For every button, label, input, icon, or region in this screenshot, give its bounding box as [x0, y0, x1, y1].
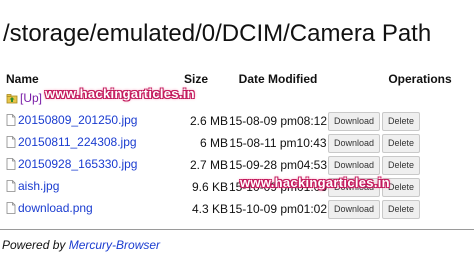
file-icon	[6, 202, 16, 217]
delete-button[interactable]: Delete	[382, 111, 420, 131]
delete-button[interactable]: Delete	[382, 133, 420, 153]
download-button[interactable]: Download	[328, 155, 380, 175]
download-button[interactable]: Download	[328, 111, 380, 131]
download-button[interactable]: Download	[328, 133, 380, 153]
download-button[interactable]: Download	[328, 199, 380, 219]
delete-button[interactable]: Delete	[382, 177, 420, 197]
delete-button[interactable]: Delete	[382, 155, 420, 175]
file-link[interactable]: 20150928_165330.jpg	[18, 157, 137, 171]
mercury-browser-link[interactable]: Mercury-Browser	[69, 238, 160, 252]
column-header-size[interactable]: Size	[156, 70, 228, 88]
file-date: 15-08-11 pm10:43	[229, 136, 327, 150]
download-button[interactable]: Download	[328, 177, 380, 197]
file-size: 9.6 KB	[191, 180, 228, 194]
file-icon	[6, 136, 16, 151]
footer-prefix: Powered by	[2, 238, 69, 252]
file-size: 2.6 MB	[189, 114, 228, 128]
file-table: Name Size Date Modified Operations [Up]	[0, 70, 474, 220]
file-link[interactable]: download.png	[18, 201, 93, 215]
file-size: 6 MB	[199, 136, 228, 150]
footer: Powered by Mercury-Browser	[2, 238, 160, 252]
file-link[interactable]: 20150811_224308.jpg	[18, 135, 137, 149]
folder-up-icon	[6, 92, 18, 107]
footer-divider	[0, 229, 474, 230]
delete-button[interactable]: Delete	[382, 199, 420, 219]
table-row-up: [Up]	[0, 88, 474, 110]
up-link[interactable]: [Up]	[20, 91, 42, 105]
table-row: download.png 4.3 KB 15-10-09 pm01:02 Dow…	[0, 198, 474, 220]
file-icon	[6, 180, 16, 195]
column-header-date[interactable]: Date Modified	[228, 70, 328, 88]
file-icon	[6, 114, 16, 129]
column-header-operations: Operations	[388, 72, 452, 86]
file-icon	[6, 158, 16, 173]
table-row: 20150809_201250.jpg 2.6 MB 15-08-09 pm08…	[0, 110, 474, 132]
table-row: 20150928_165330.jpg 2.7 MB 15-09-28 pm04…	[0, 154, 474, 176]
table-row: aish.jpg 9.6 KB 15-10-09 pm01:03 Downloa…	[0, 176, 474, 198]
file-date: 15-10-09 pm01:03	[228, 180, 328, 194]
table-header-row: Name Size Date Modified Operations	[0, 70, 474, 88]
file-size: 2.7 MB	[189, 158, 228, 172]
file-date: 15-09-28 pm04:53	[228, 158, 328, 172]
column-header-name[interactable]: Name	[0, 70, 156, 88]
table-row: 20150811_224308.jpg 6 MB 15-08-11 pm10:4…	[0, 132, 474, 154]
file-size: 4.3 KB	[191, 202, 228, 216]
file-link[interactable]: 20150809_201250.jpg	[18, 113, 137, 127]
page-title: /storage/emulated/0/DCIM/Camera Path	[3, 20, 432, 47]
file-date: 15-08-09 pm08:12	[228, 114, 328, 128]
file-link[interactable]: aish.jpg	[18, 179, 59, 193]
file-date: 15-10-09 pm01:02	[228, 202, 328, 216]
